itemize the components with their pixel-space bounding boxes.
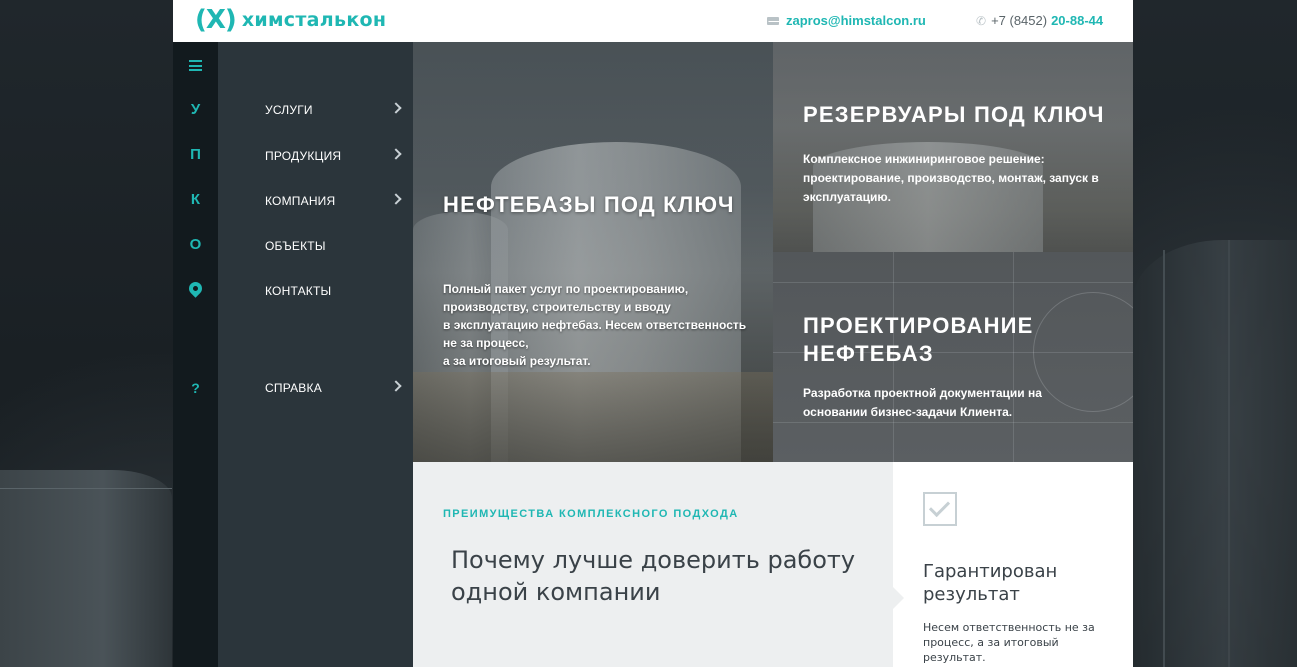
card-text: Несем ответственность не за процесс, а з… [923, 621, 1095, 664]
hero-title: Нефтебазы под ключ [443, 192, 735, 217]
contact-phone: ✆ +7 (8452) 20-88-44 [976, 13, 1103, 28]
advantage-card: Гарантирован результат Несем ответственн… [892, 462, 1133, 667]
help-icon[interactable]: ? [173, 380, 218, 396]
menu-item-company[interactable]: Компания [265, 191, 402, 211]
menu-item-objects[interactable]: Объекты [265, 236, 400, 256]
hero-title: Резервуары под ключ [803, 102, 1105, 127]
card-title: Гарантирован результат [923, 561, 1058, 605]
logo[interactable]: (X) химсталькон [195, 5, 386, 35]
logo-mark: (X) [195, 5, 237, 35]
rail-letter-services[interactable]: У [173, 101, 218, 118]
menu-item-label: Объекты [265, 239, 326, 253]
hamburger-icon[interactable] [189, 60, 202, 71]
hero-description: Полный пакет услуг по проектированию, пр… [443, 282, 747, 368]
mail-icon [767, 16, 779, 25]
background-tank-left [0, 470, 172, 667]
advantages-heading: Почему лучше доверить работу одной компа… [451, 546, 856, 606]
card-notch [892, 586, 904, 610]
advantages-eyebrow: Преимущества комплексного подхода [443, 508, 739, 520]
icon-rail: У П К О ? [173, 42, 218, 667]
menu-item-services[interactable]: Услуги [265, 100, 402, 120]
menu-item-help[interactable]: Справка [265, 378, 402, 398]
hero-tanks-turnkey[interactable]: Резервуары под ключ Комплексное инжинири… [773, 42, 1133, 252]
phone-prefix: +7 (8452) [991, 13, 1048, 28]
chevron-right-icon [390, 148, 402, 160]
blueprint-line [773, 422, 1133, 423]
rail-letter-objects[interactable]: О [173, 236, 218, 253]
menu-item-label: Продукция [265, 149, 342, 163]
hero-description: Комплексное инжиниринговое решение: прое… [803, 152, 1099, 204]
chevron-right-icon [390, 380, 402, 392]
menu-item-label: Компания [265, 194, 336, 208]
email-link[interactable]: zapros@himstalcon.ru [786, 13, 926, 28]
hero-description: Разработка проектной документации на осн… [803, 386, 1042, 419]
phone-icon: ✆ [976, 13, 987, 28]
menu-item-label: Услуги [265, 103, 313, 117]
hero-design-depots[interactable]: Проектирование нефтебаз Разработка проек… [773, 252, 1133, 462]
chevron-right-icon [390, 193, 402, 205]
map-pin-icon[interactable] [186, 279, 205, 298]
background-tank-right [1133, 240, 1297, 667]
hero-image-ground [413, 372, 773, 462]
page-container: (X) химсталькон zapros@himstalcon.ru ✆ +… [173, 0, 1133, 667]
menu-item-contacts[interactable]: Контакты [265, 281, 400, 301]
hero-title: Проектирование нефтебаз [803, 313, 1034, 366]
logo-text: химсталькон [241, 9, 387, 31]
side-menu: Услуги Продукция Компания Объекты Контак… [218, 42, 413, 667]
blueprint-line [773, 282, 1133, 283]
menu-item-products[interactable]: Продукция [265, 146, 402, 166]
menu-item-label: Контакты [265, 284, 332, 298]
contact-email: zapros@himstalcon.ru [767, 13, 926, 28]
hero-oil-depots[interactable]: Нефтебазы под ключ Полный пакет услуг по… [413, 42, 773, 462]
menu-item-label: Справка [265, 381, 322, 395]
chevron-right-icon [390, 102, 402, 114]
rail-letter-products[interactable]: П [173, 146, 218, 163]
rail-letter-company[interactable]: К [173, 191, 218, 208]
phone-number[interactable]: 20-88-44 [1051, 13, 1103, 28]
top-bar: (X) химсталькон zapros@himstalcon.ru ✆ +… [173, 0, 1133, 42]
checkbox-icon [923, 492, 957, 526]
advantages-section: Преимущества комплексного подхода Почему… [413, 462, 893, 667]
